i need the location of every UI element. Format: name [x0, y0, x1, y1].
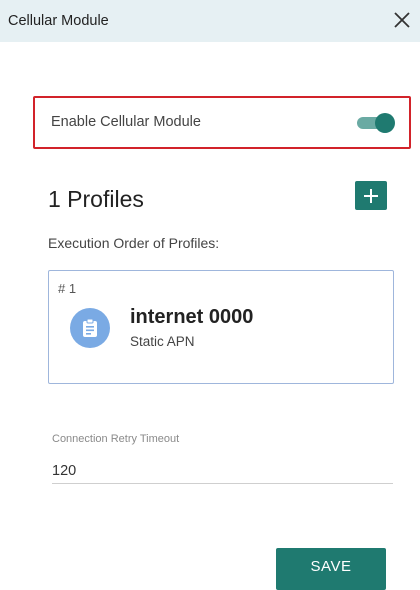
- plus-icon: [364, 188, 378, 203]
- profile-card[interactable]: # 1 internet 0000 Static APN: [48, 270, 394, 384]
- profile-name: internet 0000: [130, 306, 254, 328]
- enable-cellular-label: Enable Cellular Module: [51, 114, 201, 130]
- enable-cellular-toggle[interactable]: [357, 113, 395, 133]
- retry-timeout-label: Connection Retry Timeout: [52, 433, 180, 445]
- enable-cellular-row: Enable Cellular Module: [33, 96, 411, 149]
- profile-index: # 1: [58, 281, 77, 296]
- dialog-title: Cellular Module: [8, 13, 109, 29]
- toggle-knob: [375, 113, 395, 133]
- profiles-count-title: 1 Profiles: [48, 186, 144, 212]
- execution-order-label: Execution Order of Profiles:: [48, 235, 220, 251]
- clipboard-icon: [83, 318, 97, 337]
- close-button[interactable]: [388, 6, 416, 34]
- save-button[interactable]: SAVE: [276, 548, 386, 590]
- dialog-header: Cellular Module: [0, 0, 420, 42]
- add-profile-button[interactable]: [355, 181, 387, 210]
- retry-timeout-input[interactable]: [52, 452, 393, 484]
- profile-type: Static APN: [130, 334, 195, 349]
- profile-avatar: [70, 308, 110, 348]
- close-icon: [394, 12, 410, 28]
